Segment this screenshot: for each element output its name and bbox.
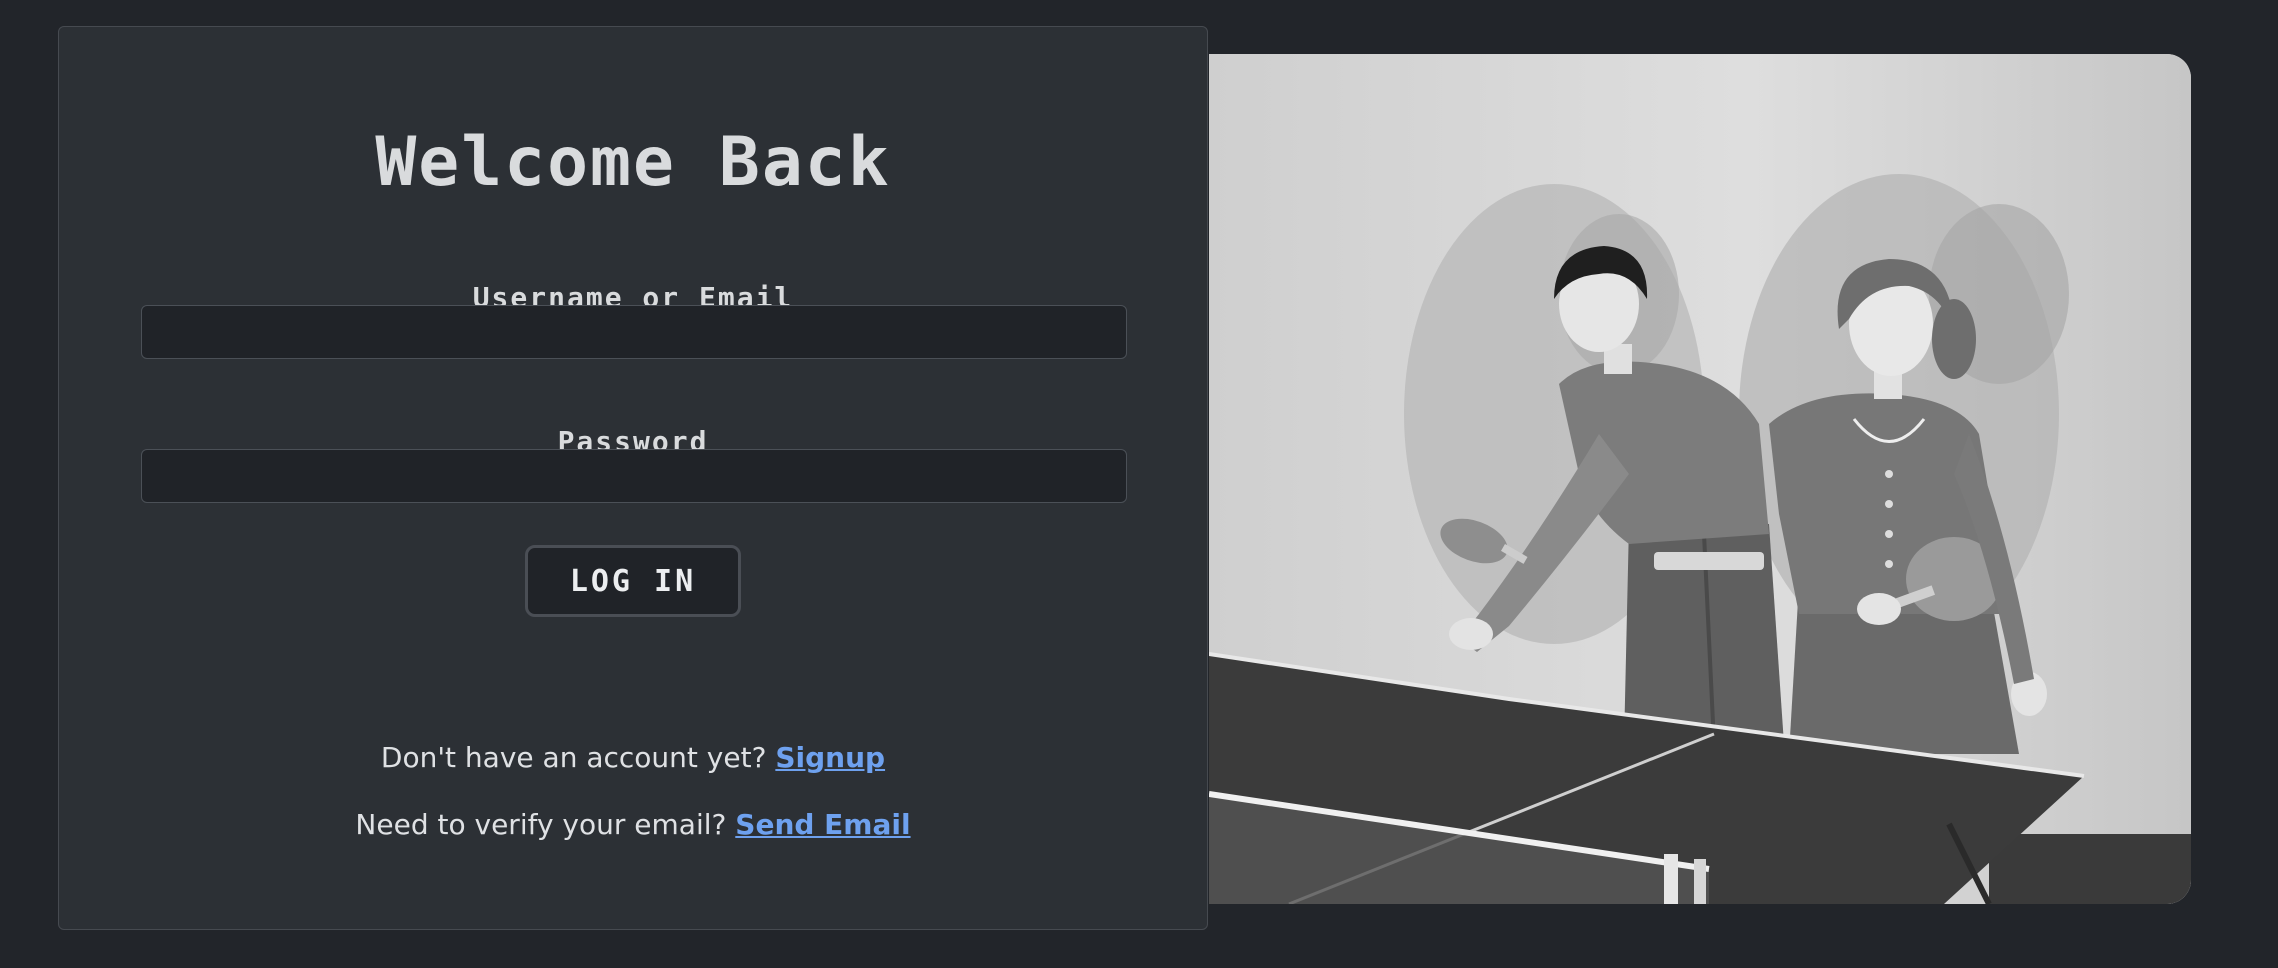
send-email-link[interactable]: Send Email <box>735 808 910 841</box>
login-button[interactable]: LOG IN <box>525 545 741 617</box>
username-field[interactable] <box>141 305 1127 359</box>
login-card: Welcome Back Username or Email Password … <box>58 26 1208 930</box>
signup-prompt-text: Don't have an account yet? <box>380 741 767 774</box>
table-tennis-illustration <box>1209 54 2191 904</box>
login-page: Welcome Back Username or Email Password … <box>0 0 2278 968</box>
page-title: Welcome Back <box>375 123 891 202</box>
verify-prompt-line: Need to verify your email? Send Email <box>59 808 1207 841</box>
signup-link[interactable]: Signup <box>775 741 885 774</box>
verify-prompt-text: Need to verify your email? <box>355 808 727 841</box>
table-tennis-photo <box>1209 54 2191 904</box>
signup-prompt-line: Don't have an account yet? Signup <box>59 741 1207 774</box>
password-field[interactable] <box>141 449 1127 503</box>
